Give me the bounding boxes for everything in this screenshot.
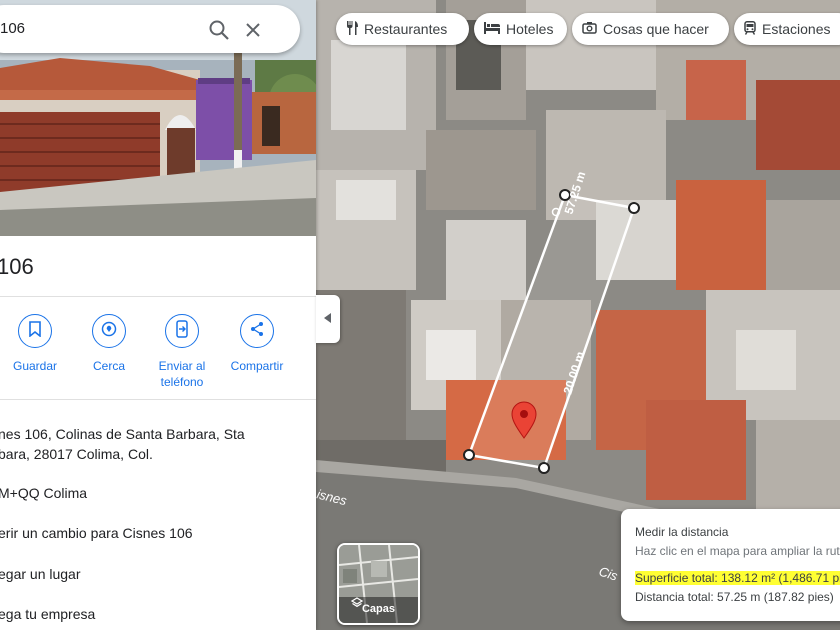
- share-button[interactable]: Compartir: [221, 314, 293, 374]
- measure-vertex[interactable]: [538, 462, 550, 474]
- restaurant-icon: [346, 20, 364, 38]
- measure-area-text: Superficie total: 138.12 m² (1,486.71 pi…: [635, 571, 840, 585]
- chip-label: Cosas que hacer: [603, 21, 709, 37]
- chip-label: Restaurantes: [364, 21, 448, 37]
- layers-label: Capas: [361, 603, 396, 615]
- nearby-button[interactable]: Cerca: [73, 314, 145, 374]
- divider: [0, 399, 316, 400]
- send-to-phone-label: Enviar al teléfono: [158, 359, 206, 389]
- suggest-edit-row[interactable]: erir un cambio para Cisnes 106: [0, 523, 193, 543]
- transit-icon: [744, 20, 762, 38]
- chip-label: Estaciones: [762, 21, 831, 37]
- measure-vertex[interactable]: [628, 202, 640, 214]
- search-input[interactable]: 106: [0, 20, 25, 37]
- address-line-2: bara, 28017 Colima, Col.: [0, 446, 153, 462]
- search-box[interactable]: 106: [0, 5, 300, 53]
- send-to-phone-icon: [175, 319, 189, 343]
- measure-vertex[interactable]: [463, 449, 475, 461]
- save-button[interactable]: Guardar: [0, 314, 71, 374]
- share-label: Compartir: [230, 359, 284, 373]
- nearby-label: Cerca: [92, 359, 125, 373]
- camera-icon: [582, 21, 603, 37]
- send-to-phone-button[interactable]: Enviar al teléfono: [146, 314, 218, 390]
- chip-hotels[interactable]: Hoteles: [474, 13, 567, 45]
- chip-restaurants[interactable]: Restaurantes: [336, 13, 469, 45]
- hotel-icon: [484, 21, 506, 37]
- nearby-icon: [100, 320, 118, 343]
- divider: [0, 296, 316, 297]
- chip-label: Hoteles: [506, 21, 554, 37]
- place-panel: 106 106 Guardar Cerca Enviar al teléfono…: [0, 0, 316, 630]
- layers-button[interactable]: Capas: [337, 543, 420, 625]
- chip-stations[interactable]: Estaciones: [734, 13, 840, 45]
- measure-distance-card: Medir la distancia Haz clic en el mapa p…: [621, 509, 840, 621]
- measure-hint: Haz clic en el mapa para ampliar la ruta: [635, 544, 840, 558]
- bookmark-icon: [28, 320, 42, 342]
- caret-left-icon: [324, 310, 332, 328]
- save-label: Guardar: [12, 359, 58, 373]
- search-icon[interactable]: [208, 19, 230, 41]
- address-row[interactable]: nes 106, Colinas de Santa Barbara, Sta b…: [0, 424, 245, 464]
- share-icon: [249, 321, 265, 342]
- add-business-row[interactable]: ega tu empresa: [0, 604, 95, 624]
- collapse-panel-button[interactable]: [316, 295, 340, 343]
- close-icon[interactable]: [243, 20, 263, 40]
- address-line-1: nes 106, Colinas de Santa Barbara, Sta: [0, 426, 245, 442]
- measure-distance-total: Distancia total: 57.25 m (187.82 pies): [635, 590, 834, 604]
- add-place-row[interactable]: egar un lugar: [0, 564, 81, 584]
- measure-area-total: Superficie total: 138.12 m² (1,486.71 pi…: [635, 571, 840, 585]
- plus-code-row[interactable]: M+QQ Colima: [0, 483, 87, 503]
- place-title: 106: [0, 254, 34, 279]
- chip-things-to-do[interactable]: Cosas que hacer: [572, 13, 729, 45]
- measure-title: Medir la distancia: [635, 525, 729, 539]
